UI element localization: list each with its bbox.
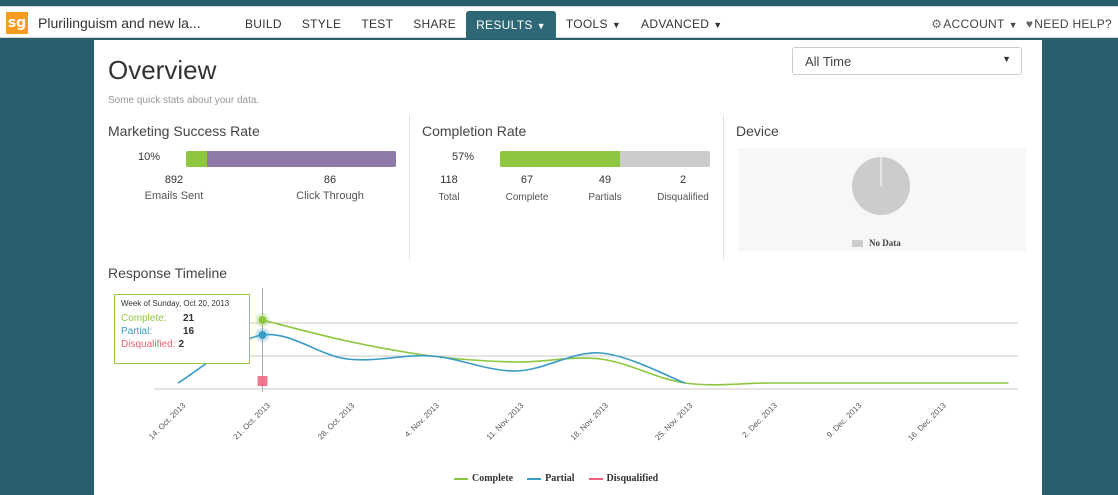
legend-swatch (588, 477, 603, 480)
legend-swatch (454, 477, 468, 480)
tooltip-row-complete: Complete: 21 (121, 312, 243, 325)
nav-tools[interactable]: TOOLS ▼ (556, 7, 631, 39)
heart-icon: ♥ (1025, 17, 1034, 31)
nav-advanced[interactable]: ADVANCED ▼ (631, 7, 732, 39)
need-help-label: NEED HELP? (1034, 17, 1112, 31)
response-timeline-chart: 14. Oct. 2013 21. Oct. 2013 28. Oct. 2013 4… (147, 288, 1018, 443)
user-nav: ⚙ACCOUNT ▼ ♥NEED HELP? (927, 7, 1116, 39)
tooltip-disqualified-value: 2 (178, 339, 185, 350)
x-axis-tick-label: 14. Oct. 2013 (147, 401, 188, 442)
tooltip-complete-value: 21 (183, 313, 195, 324)
tooltip-row-disqualified: Disqualified: 2 (121, 338, 243, 351)
tooltip-complete-label: Complete: (121, 313, 167, 324)
need-help-link[interactable]: ♥NEED HELP? (1022, 7, 1116, 39)
x-axis-tick-label: 9. Dec. 2013 (825, 401, 864, 440)
series-line-complete (262, 319, 1009, 386)
x-axis-tick-label: 11. Nov. 2013 (485, 401, 526, 442)
x-axis-tick-label: 25. Nov. 2013 (653, 401, 695, 443)
legend-disqualified-label: Disqualified (606, 473, 659, 484)
nav-style[interactable]: STYLE (292, 7, 352, 39)
caret-down-icon: ▼ (611, 20, 622, 30)
x-axis-labels: 14. Oct. 2013 21. Oct. 2013 28. Oct. 2013 4… (147, 401, 948, 443)
legend-swatch (527, 477, 542, 480)
chart-legend: Complete Partial Disqualified (454, 473, 658, 484)
legend-complete[interactable]: Complete (454, 473, 513, 484)
account-label: ACCOUNT (943, 17, 1005, 31)
legend-partial[interactable]: Partial (527, 473, 575, 484)
series-line-partial (177, 333, 686, 384)
nav-results[interactable]: RESULTS ▼ (466, 11, 556, 39)
legend-complete-label: Complete (472, 473, 514, 484)
data-point-complete (258, 316, 267, 324)
x-axis-tick-label: 18. Nov. 2013 (569, 401, 611, 443)
main-nav: BUILD STYLE TEST SHARE RESULTS ▼ TOOLS ▼ A… (235, 7, 732, 39)
tooltip-disqualified-label: Disqualified: (121, 339, 176, 350)
nav-tools-label: TOOLS (565, 17, 608, 31)
x-axis-tick-label: 2. Dec. 2013 (740, 401, 779, 440)
tooltip-row-partial: Partial: 16 (121, 325, 243, 338)
data-point-partial (258, 331, 267, 339)
top-navbar: sg Plurilinguism and new la... BUILD STY… (0, 6, 1118, 39)
caret-down-icon: ▼ (1008, 20, 1018, 30)
surveygizmo-logo[interactable]: sg (6, 12, 28, 34)
survey-title[interactable]: Plurilinguism and new la... (38, 15, 201, 31)
chart-series (177, 313, 1009, 386)
tooltip-partial-value: 16 (183, 326, 195, 337)
chart-grid (154, 288, 1018, 392)
nav-build[interactable]: BUILD (235, 7, 292, 39)
nav-test[interactable]: TEST (351, 7, 403, 39)
caret-down-icon: ▼ (536, 21, 546, 31)
x-axis-tick-label: 21. Oct. 2013 (232, 401, 273, 442)
nav-advanced-label: ADVANCED (641, 17, 710, 31)
timeline-tooltip: Week of Sunday, Oct 20, 2013 Complete: 21… (114, 294, 250, 364)
caret-down-icon: ▼ (713, 20, 723, 30)
x-axis-tick-label: 16. Dec. 2013 (906, 401, 948, 443)
gear-icon: ⚙ (931, 17, 943, 31)
x-axis-tick-label: 4. Nov. 2013 (403, 401, 441, 439)
legend-partial-label: Partial (545, 473, 575, 484)
tooltip-partial-label: Partial: (121, 326, 153, 337)
tooltip-header: Week of Sunday, Oct 20, 2013 (121, 299, 230, 308)
nav-share[interactable]: SHARE (403, 7, 466, 39)
account-menu[interactable]: ⚙ACCOUNT ▼ (927, 7, 1022, 39)
data-point-disqualified (257, 376, 268, 386)
x-axis-tick-label: 28. Oct. 2013 (316, 401, 357, 442)
nav-results-label: RESULTS (476, 18, 533, 32)
legend-disqualified[interactable]: Disqualified (588, 473, 659, 484)
overview-panel: Overview Some quick stats about your dat… (94, 40, 1042, 495)
